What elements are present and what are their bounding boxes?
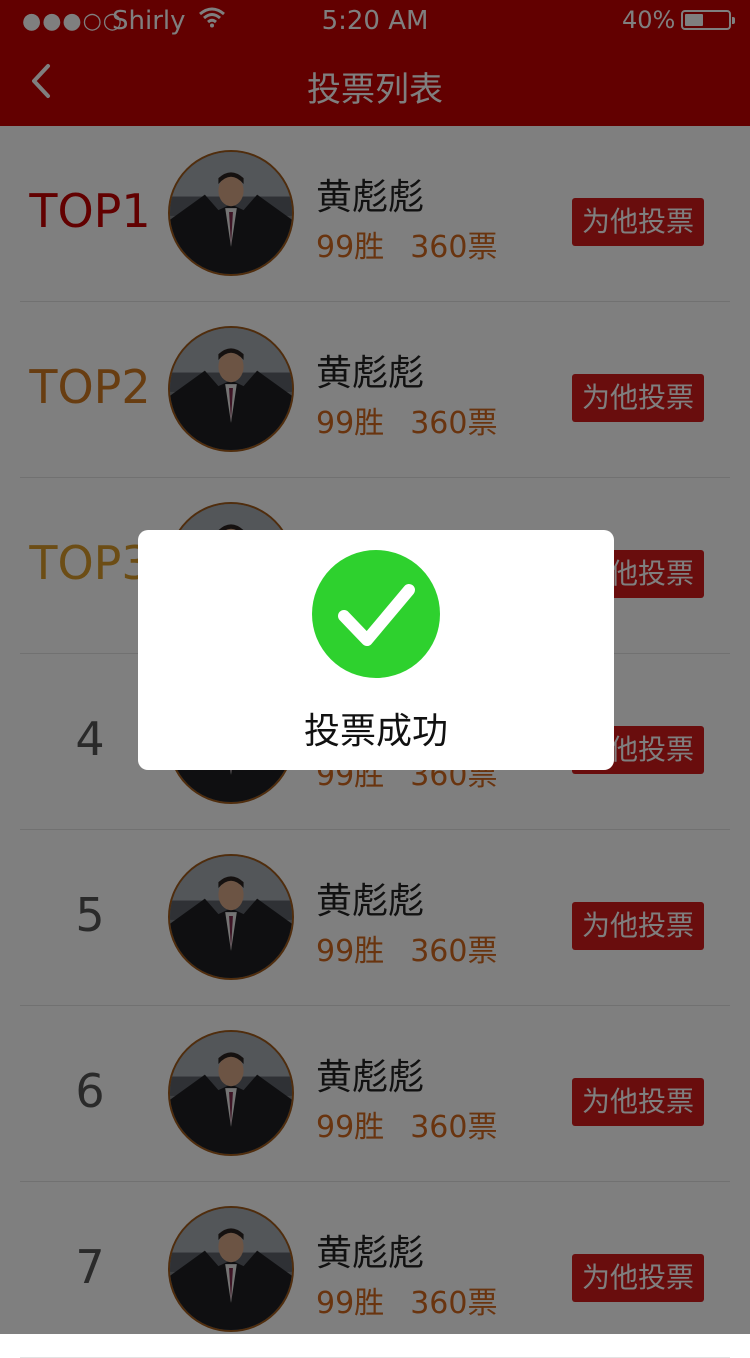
check-circle-icon	[312, 550, 440, 678]
success-message: 投票成功	[303, 711, 448, 752]
success-modal: 投票成功	[138, 530, 614, 770]
